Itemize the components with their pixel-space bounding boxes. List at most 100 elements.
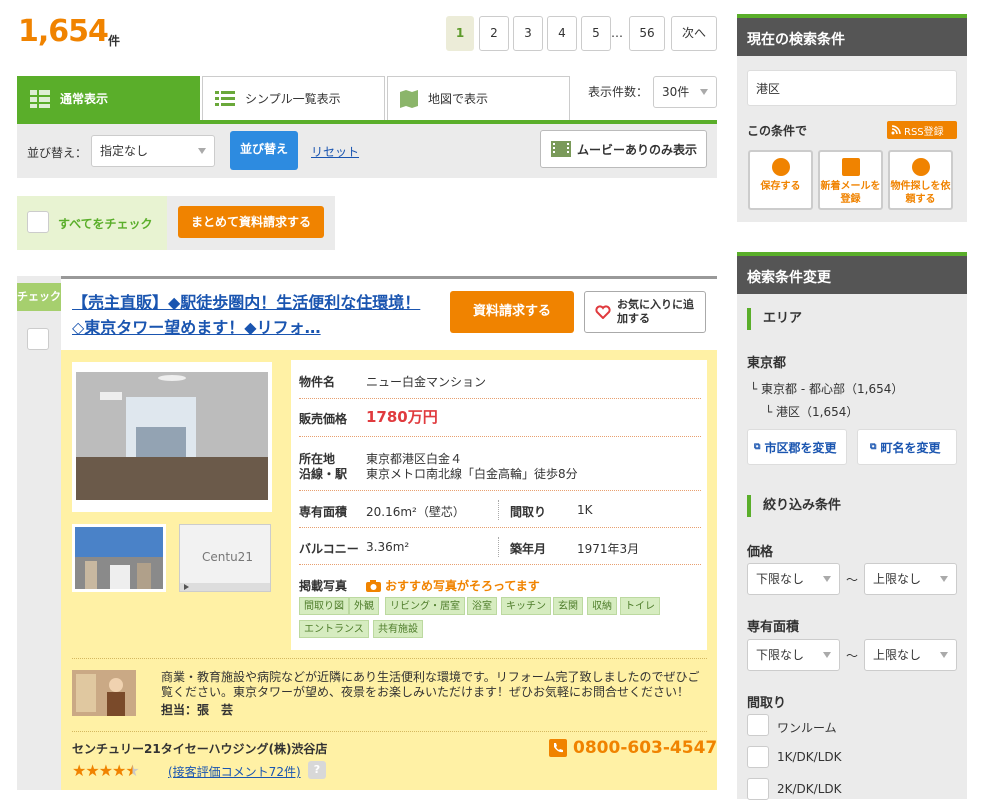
photos-note: おすすめ写真がそろってます [366,577,540,594]
svg-text:Centu21: Centu21 [202,550,253,564]
listing-title-link[interactable]: 【売主直販】◆駅徒歩圏内！生活便利な住環境！◇東京タワー望めます！◆リフォ… [72,290,432,340]
movie-only-button[interactable]: ムービーありのみ表示 [540,130,707,168]
page-2[interactable]: 2 [479,16,509,51]
layout-heading: 間取り [747,696,787,711]
photo-tag: 浴室 [467,597,497,615]
movie-thumbnail[interactable]: Centu21 [179,524,271,592]
mail-icon [841,158,860,176]
save-condition-button[interactable]: 保存する [748,150,813,210]
heart-icon [595,305,611,319]
price-label: 販売価格 [299,412,348,426]
area-min-select[interactable]: 下限なし [747,639,840,671]
search-request-button[interactable]: 物件探しを依頼する [888,150,953,210]
divider [299,398,701,399]
bulk-request-button[interactable]: まとめて資料請求する [178,206,324,238]
property-layout: 1K [577,503,593,517]
phone-text: 0800-603-4547 [573,738,718,758]
listing-checkbox[interactable] [27,328,49,350]
change-city-button[interactable]: ⧉ 市区郡を変更 [747,429,847,465]
favorite-label: お気に入りに追加する [617,298,694,325]
photos-label: 掲載写真 [299,579,348,593]
layout-checkbox[interactable] [747,778,769,800]
page-ellipsis: … [611,26,623,40]
next-page-button[interactable]: 次へ [671,16,717,51]
price-min-select[interactable]: 下限なし [747,563,840,595]
condition-label: この条件で [747,124,808,138]
photo-tag: 外観 [349,597,379,615]
area-heading: エリア [747,308,802,330]
layout-checkbox[interactable] [747,746,769,768]
request-info-button[interactable]: 資料請求する [450,291,574,333]
current-area-box: 港区 [747,70,957,106]
display-count-value: 30件 [662,85,690,99]
person-icon [911,158,930,176]
download-icon [771,158,790,176]
sort-label: 並び替え： [27,146,88,160]
page-5[interactable]: 5 [581,16,611,51]
reset-link[interactable]: リセット [311,143,359,160]
exterior-thumbnail[interactable] [72,524,166,592]
layout-option: 2K/DK/LDK [777,782,842,796]
price-max-select[interactable]: 上限なし [864,563,957,595]
prefecture: 東京都 [747,356,787,371]
tab-map-label: 地図で表示 [428,92,489,106]
name-label: 物件名 [299,375,336,389]
divider [498,500,499,520]
check-all-checkbox[interactable] [27,211,49,233]
area-tree-1: └ 東京都 - 都心部（1,654） [750,382,904,396]
main-photo[interactable] [72,362,272,512]
change-town-label: 町名を変更 [880,440,941,455]
photo-tag: 玄関 [553,597,583,615]
property-name: ニュー白金マンション [366,375,487,389]
staff-name: 担当：張 芸 [161,703,234,717]
change-city-label: 市区郡を変更 [764,440,837,455]
change-town-button[interactable]: ⧉ 町名を変更 [857,429,957,465]
company-name: センチュリー21タイセーハウジング(株)渋谷店 [72,742,328,756]
display-count-select[interactable]: 30件 [653,76,717,108]
page-1[interactable]: 1 [446,16,474,51]
rss-button[interactable]: RSS登録 [887,121,957,139]
listing-comment: 商業・教育施設や病院などが近隣にあり生活便利な環境です。リフォーム完了致しました… [161,670,700,699]
display-count-label: 表示件数： [588,85,649,99]
property-area: 20.16m²（壁芯） [366,505,465,519]
current-area: 港区 [756,82,781,96]
sort-select[interactable]: 指定なし [91,135,215,167]
balcony-label: バルコニー [299,542,359,556]
room-photo [76,372,268,500]
external-icon: ⧉ [870,442,877,452]
tab-map[interactable]: 地図で表示 [387,76,570,120]
tab-normal[interactable]: 通常表示 [17,76,200,120]
listing-top-border [61,276,717,279]
page-last[interactable]: 56 [629,16,665,51]
result-count-unit: 件 [108,34,121,48]
phone-number[interactable]: 0800-603-4547 [549,738,717,758]
help-icon[interactable]: ? [308,761,326,779]
century21-logo-video: Centu21 [180,525,270,591]
area-max-select[interactable]: 上限なし [864,639,957,671]
new-mail-button[interactable]: 新着メールを登録 [818,150,883,210]
phone-icon [549,739,567,757]
photo-tag: キッチン [501,597,551,615]
property-balcony: 3.36m² [366,540,410,554]
area-label: 専有面積 [299,505,348,519]
page-3[interactable]: 3 [513,16,543,51]
page-4[interactable]: 4 [547,16,577,51]
sort-button[interactable]: 並び替え [230,131,298,170]
favorite-button[interactable]: お気に入りに追加する [584,291,706,333]
result-count: 1,654 [18,14,109,49]
built-label: 築年月 [510,542,547,556]
staff-photo [72,670,136,716]
map-icon [400,89,418,108]
star-icon: ★★★★ [72,761,126,780]
rating-stars: ★★★★ ★ [72,761,140,780]
layout-checkbox[interactable] [747,714,769,736]
photo-tag: エントランス [299,620,369,638]
change-conditions-title: 検索条件変更 [737,252,967,294]
rating-comments-link[interactable]: (接客評価コメント72件) [168,763,301,780]
property-price: 1780万円 [366,408,438,426]
sort-value: 指定なし [100,144,149,158]
divider [299,564,701,565]
tab-simple-list[interactable]: シンプル一覧表示 [202,76,385,120]
listing-check-label: チェック [17,283,61,311]
price-max-value: 上限なし [873,572,922,586]
